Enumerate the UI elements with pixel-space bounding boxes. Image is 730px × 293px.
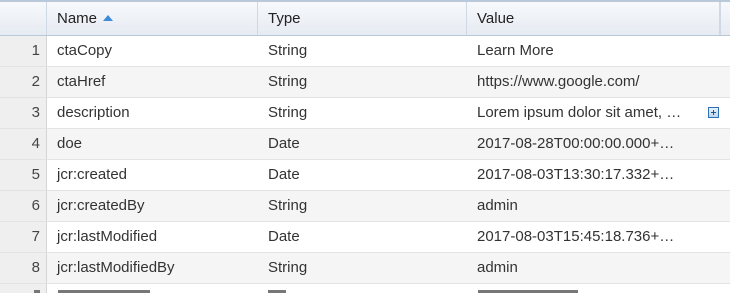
property-type[interactable]: Date: [258, 222, 467, 252]
property-value[interactable]: Learn More: [467, 36, 700, 66]
property-name[interactable]: jcr:lastModifiedBy: [47, 253, 258, 283]
property-value[interactable]: Lorem ipsum dolor sit amet, …: [467, 98, 700, 128]
column-header-type[interactable]: Type: [258, 2, 467, 35]
property-value[interactable]: 2017-08-28T00:00:00.000+…: [467, 129, 700, 159]
row-number: 4: [0, 129, 47, 159]
property-value[interactable]: 2017-08-03T15:45:18.736+…: [467, 222, 700, 252]
property-name[interactable]: jcr:created: [47, 160, 258, 190]
table-row[interactable]: 4 doe Date 2017-08-28T00:00:00.000+…: [0, 129, 730, 160]
table-row[interactable]: 8 jcr:lastModifiedBy String admin: [0, 253, 730, 284]
property-type[interactable]: String: [258, 67, 467, 97]
property-value[interactable]: 2017-08-03T13:30:17.332+…: [467, 160, 700, 190]
column-header-value-label: Value: [477, 10, 515, 27]
property-type[interactable]: String: [258, 253, 467, 283]
property-type[interactable]: String: [258, 98, 467, 128]
table-row-partial[interactable]: [0, 284, 730, 293]
table-row[interactable]: 2 ctaHref String https://www.google.com/: [0, 67, 730, 98]
property-type[interactable]: Date: [258, 160, 467, 190]
row-number: 7: [0, 222, 47, 252]
table-row[interactable]: 1 ctaCopy String Learn More: [0, 36, 730, 67]
row-number: 3: [0, 98, 47, 128]
column-header-name[interactable]: Name: [47, 2, 258, 35]
property-type[interactable]: String: [258, 36, 467, 66]
row-number: 6: [0, 191, 47, 221]
row-number: 8: [0, 253, 47, 283]
row-number: 2: [0, 67, 47, 97]
row-number: 5: [0, 160, 47, 190]
grid-header: Name Type Value: [0, 0, 730, 36]
property-type[interactable]: Date: [258, 129, 467, 159]
sort-ascending-icon: [103, 15, 114, 21]
property-name[interactable]: jcr:createdBy: [47, 191, 258, 221]
properties-grid: Name Type Value 1 ctaCopy String Learn M…: [0, 0, 730, 293]
row-number-header: [0, 2, 47, 35]
property-name[interactable]: description: [47, 98, 258, 128]
column-header-value[interactable]: Value: [467, 2, 720, 35]
row-number: 1: [0, 36, 47, 66]
table-row[interactable]: 6 jcr:createdBy String admin: [0, 191, 730, 222]
property-value[interactable]: admin: [467, 191, 700, 221]
property-name[interactable]: ctaCopy: [47, 36, 258, 66]
expand-plus-icon[interactable]: [708, 107, 719, 118]
property-value[interactable]: https://www.google.com/: [467, 67, 700, 97]
property-value[interactable]: admin: [467, 253, 700, 283]
column-header-name-label: Name: [57, 10, 98, 27]
property-name[interactable]: doe: [47, 129, 258, 159]
property-name[interactable]: jcr:lastModified: [47, 222, 258, 252]
column-header-filler: [720, 2, 730, 35]
table-row[interactable]: 7 jcr:lastModified Date 2017-08-03T15:45…: [0, 222, 730, 253]
table-row[interactable]: 5 jcr:created Date 2017-08-03T13:30:17.3…: [0, 160, 730, 191]
property-type[interactable]: String: [258, 191, 467, 221]
column-header-type-label: Type: [268, 10, 301, 27]
table-row[interactable]: 3 description String Lorem ipsum dolor s…: [0, 98, 730, 129]
property-name[interactable]: ctaHref: [47, 67, 258, 97]
